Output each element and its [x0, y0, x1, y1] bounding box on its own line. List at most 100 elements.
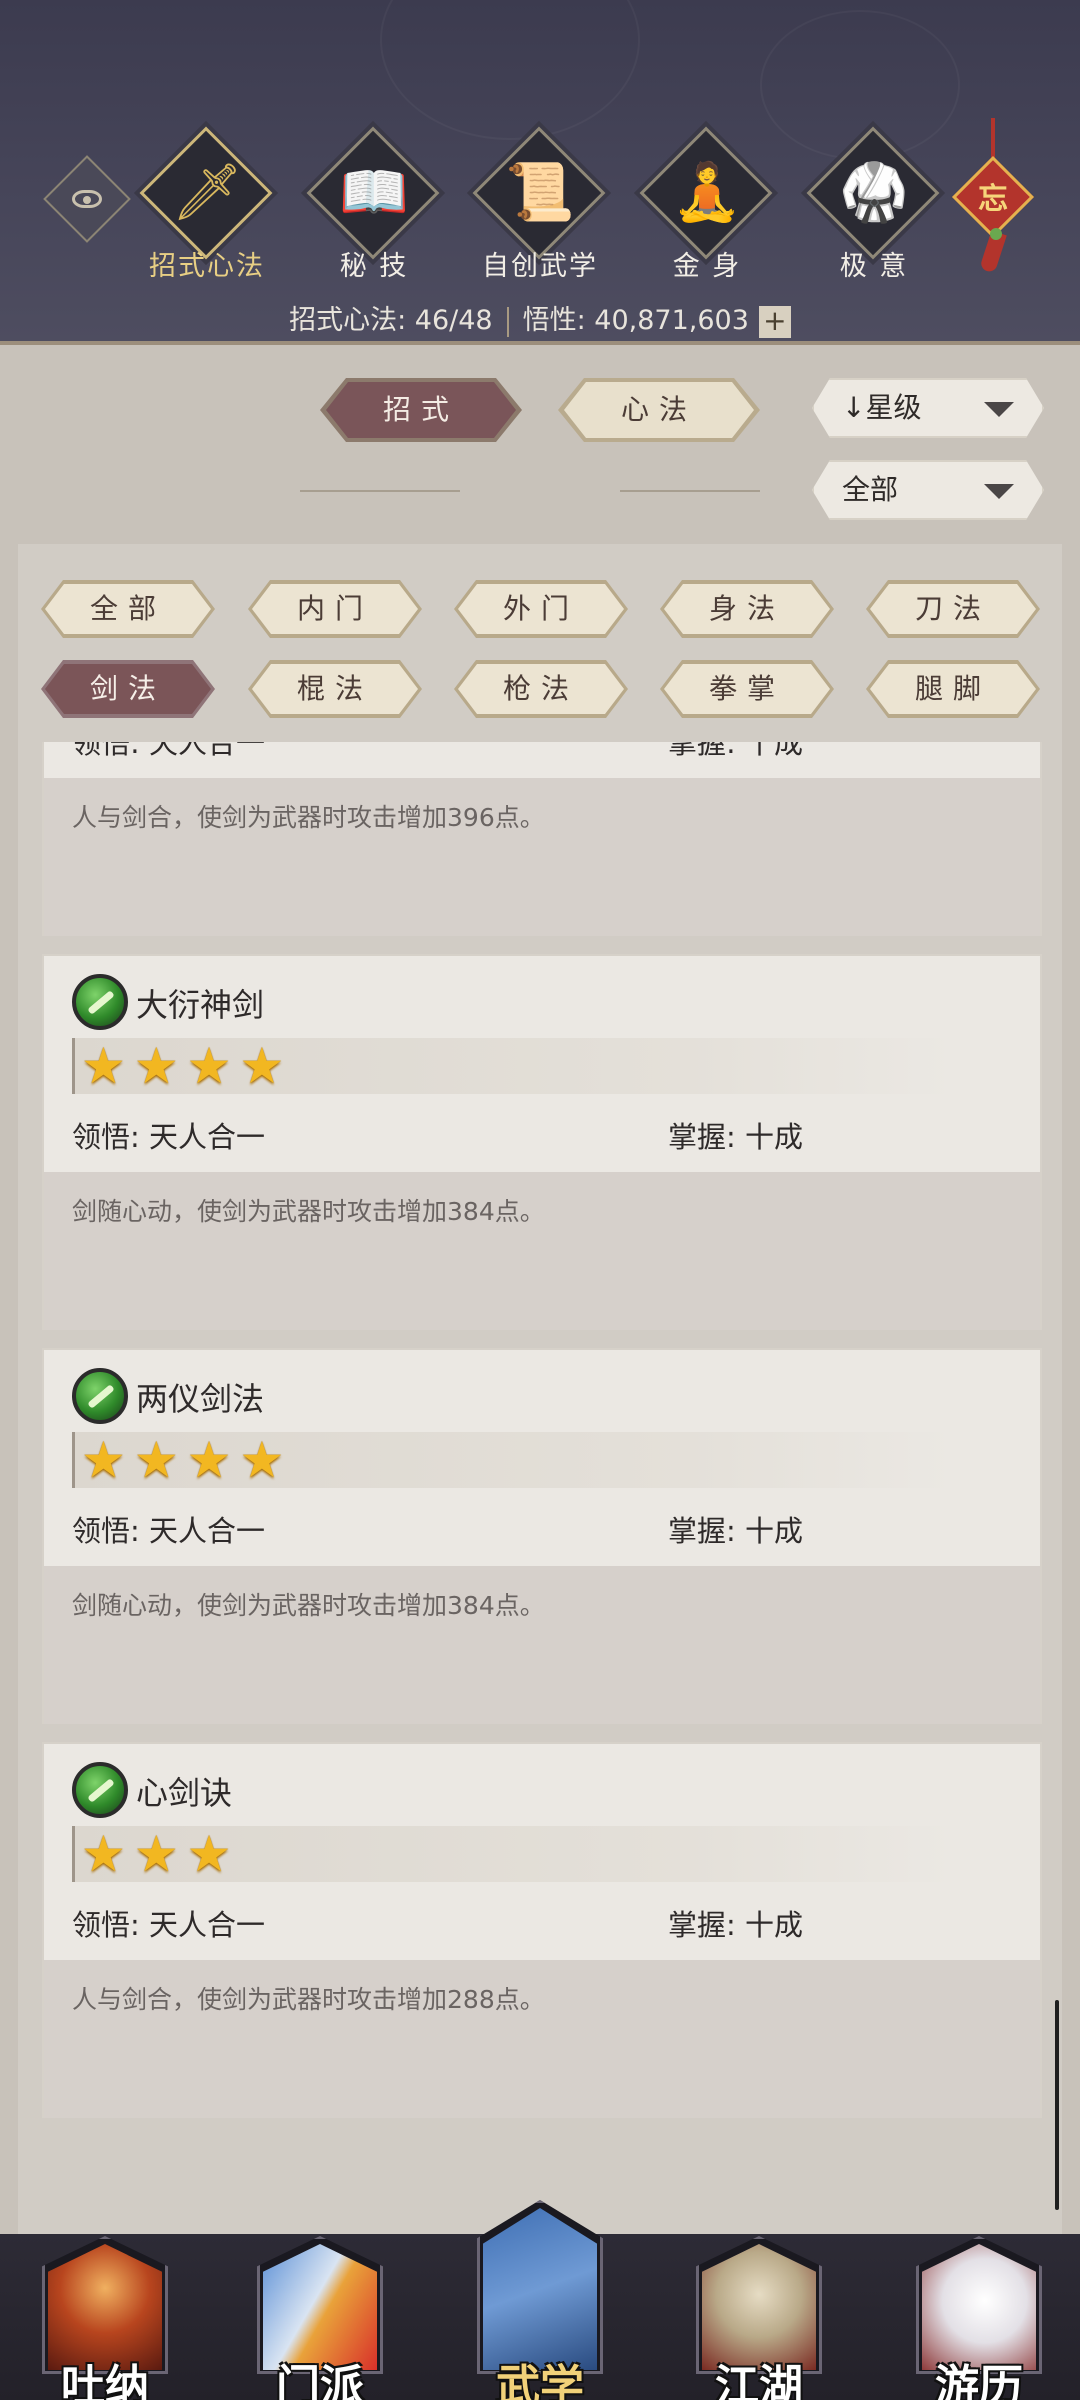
- sort-value: ↓星级: [842, 391, 922, 424]
- sword-skill-icon: [72, 974, 128, 1030]
- nav-label: 武学: [496, 2361, 584, 2400]
- star-rating: ★★★: [72, 1826, 952, 1882]
- category-spear[interactable]: 枪法: [454, 660, 628, 718]
- category-leg[interactable]: 腿脚: [866, 660, 1040, 718]
- skill-card[interactable]: 心剑诀 ★★★ 领悟: 天人合一 掌握: 十成 人与剑合，使剑为武器时攻击增加2…: [42, 1742, 1042, 2118]
- chevron-down-icon: [984, 484, 1014, 499]
- star-rating: ★★★★: [72, 1432, 952, 1488]
- chip-label: 腿脚: [870, 664, 1036, 714]
- chip-label: 外门: [458, 584, 624, 634]
- tab-label: 招式心法: [149, 251, 265, 282]
- category-blade[interactable]: 刀法: [866, 580, 1040, 638]
- tab-methods[interactable]: 心法: [564, 382, 754, 438]
- skill-description: 人与剑合，使剑为武器时攻击增加288点。: [72, 1985, 545, 2014]
- tab-moves[interactable]: 招式: [326, 382, 516, 438]
- list-scrollbar[interactable]: [1055, 2000, 1059, 2210]
- sword-skill-icon: [72, 1368, 128, 1424]
- category-staff[interactable]: 棍法: [248, 660, 422, 718]
- eye-icon: [72, 190, 102, 208]
- decorative-divider: [620, 490, 760, 492]
- star-icons: ★★★: [81, 1825, 240, 1883]
- comprehension-level: 领悟: 天人合一: [72, 1908, 265, 1942]
- tab-ultimate-intent[interactable]: 🥋 极 意: [794, 126, 954, 284]
- chip-label: 内门: [252, 584, 418, 634]
- star-icons: ★★★★: [81, 1431, 293, 1489]
- add-insight-button[interactable]: +: [758, 305, 791, 338]
- tab-custom-martial-arts[interactable]: 📜 自创武学: [460, 126, 620, 284]
- category-all[interactable]: 全部: [41, 580, 215, 638]
- category-outer-school[interactable]: 外门: [454, 580, 628, 638]
- category-fist-palm[interactable]: 拳掌: [660, 660, 834, 718]
- nav-label: 游历: [935, 2361, 1023, 2400]
- view-toggle-button[interactable]: [43, 155, 131, 243]
- tab-label: 秘 技: [339, 251, 409, 282]
- nav-label: 门派: [276, 2361, 364, 2400]
- tab-label: 金 身: [672, 251, 742, 282]
- skill-card[interactable]: ★★★★ 领悟: 天人合一 掌握: 十成 人与剑合，使剑为武器时攻击增加396点…: [42, 742, 1042, 936]
- skill-card[interactable]: 大衍神剑 ★★★★ 领悟: 天人合一 掌握: 十成 剑随心动，使剑为武器时攻击增…: [42, 954, 1042, 1330]
- chip-label: 棍法: [252, 664, 418, 714]
- nav-label: 江湖: [715, 2361, 803, 2400]
- skill-description: 剑随心动，使剑为武器时攻击增加384点。: [72, 1591, 545, 1620]
- chip-label: 刀法: [870, 584, 1036, 634]
- scroll-icon: 📜: [505, 160, 575, 225]
- mastery-level: 掌握: 十成: [668, 1908, 803, 1942]
- skill-name: 大衍神剑: [136, 986, 265, 1024]
- divider: [506, 306, 509, 337]
- skill-description-box: 剑随心动，使剑为武器时攻击增加384点。: [44, 1566, 1040, 1724]
- category-sword[interactable]: 剑法: [41, 660, 215, 718]
- knot-text: 忘: [978, 182, 1008, 217]
- knot-bead: [990, 228, 1002, 240]
- skill-card[interactable]: 两仪剑法 ★★★★ 领悟: 天人合一 掌握: 十成 剑随心动，使剑为武器时攻击增…: [42, 1348, 1042, 1724]
- skill-name: 心剑诀: [136, 1774, 233, 1812]
- tab-label: 极 意: [839, 251, 909, 282]
- tab-label: 自创武学: [482, 251, 598, 282]
- nav-label: 吐纳: [61, 2361, 149, 2400]
- mastery-level: 掌握: 十成: [668, 1120, 803, 1154]
- mastery-level: 掌握: 十成: [668, 742, 803, 760]
- mastery-level: 掌握: 十成: [668, 1514, 803, 1548]
- skill-name: 两仪剑法: [136, 1380, 265, 1418]
- scope-value: 全部: [842, 473, 899, 506]
- chip-label: 全部: [45, 584, 211, 634]
- tab-moves-methods[interactable]: 🗡 招式心法: [127, 126, 287, 284]
- star-rating: ★★★★: [72, 1038, 952, 1094]
- skill-description: 人与剑合，使剑为武器时攻击增加396点。: [72, 803, 545, 832]
- skill-description: 剑随心动，使剑为武器时攻击增加384点。: [72, 1197, 545, 1226]
- skill-description-box: 人与剑合，使剑为武器时攻击增加396点。: [44, 778, 1040, 936]
- star-icons: ★★★★: [81, 1037, 293, 1095]
- nav-sect[interactable]: 门派: [245, 2200, 395, 2400]
- nav-travel[interactable]: 游历: [904, 2200, 1054, 2400]
- insight-value: 悟性: 40,871,603: [522, 305, 749, 336]
- comprehension-level: 领悟: 天人合一: [72, 1120, 265, 1154]
- comprehension-level: 领悟: 天人合一: [72, 1514, 265, 1548]
- book-icon: 📖: [339, 160, 409, 225]
- chevron-down-icon: [984, 402, 1014, 417]
- martial-stance-icon: 🥋: [839, 160, 909, 225]
- comprehension-level: 领悟: 天人合一: [72, 742, 265, 760]
- nav-breathing[interactable]: 吐纳: [30, 2200, 180, 2400]
- skill-list[interactable]: ★★★★ 领悟: 天人合一 掌握: 十成 人与剑合，使剑为武器时攻击增加396点…: [22, 742, 1042, 2210]
- nav-jianghu[interactable]: 江湖: [684, 2200, 834, 2400]
- tab-secret-skills[interactable]: 📖 秘 技: [294, 126, 454, 284]
- sort-dropdown[interactable]: ↓星级: [812, 378, 1044, 438]
- stats-row: 招式心法: 46/48 悟性: 40,871,603 +: [0, 298, 1080, 338]
- header-bar: 🗡 招式心法 📖 秘 技 📜 自创武学 🧘 金 身 🥋 极 意 忘 招式心法: …: [0, 0, 1080, 345]
- skill-description-box: 剑随心动，使剑为武器时攻击增加384点。: [44, 1172, 1040, 1330]
- category-movement[interactable]: 身法: [660, 580, 834, 638]
- nav-martial-arts[interactable]: 武学: [465, 2200, 615, 2400]
- moves-count: 招式心法: 46/48: [289, 305, 493, 336]
- category-inner-school[interactable]: 内门: [248, 580, 422, 638]
- skill-description-box: 人与剑合，使剑为武器时攻击增加288点。: [44, 1960, 1040, 2118]
- chip-label: 枪法: [458, 664, 624, 714]
- chip-label: 身法: [664, 584, 830, 634]
- decorative-divider: [300, 490, 460, 492]
- tab-golden-body[interactable]: 🧘 金 身: [627, 126, 787, 284]
- sword-icon: 🗡: [171, 160, 243, 225]
- meditation-icon: 🧘: [672, 160, 742, 225]
- scope-dropdown[interactable]: 全部: [812, 460, 1044, 520]
- sword-skill-icon: [72, 1762, 128, 1818]
- background-swirl: [380, 0, 640, 140]
- chip-label: 拳掌: [664, 664, 830, 714]
- chip-label: 剑法: [45, 664, 211, 714]
